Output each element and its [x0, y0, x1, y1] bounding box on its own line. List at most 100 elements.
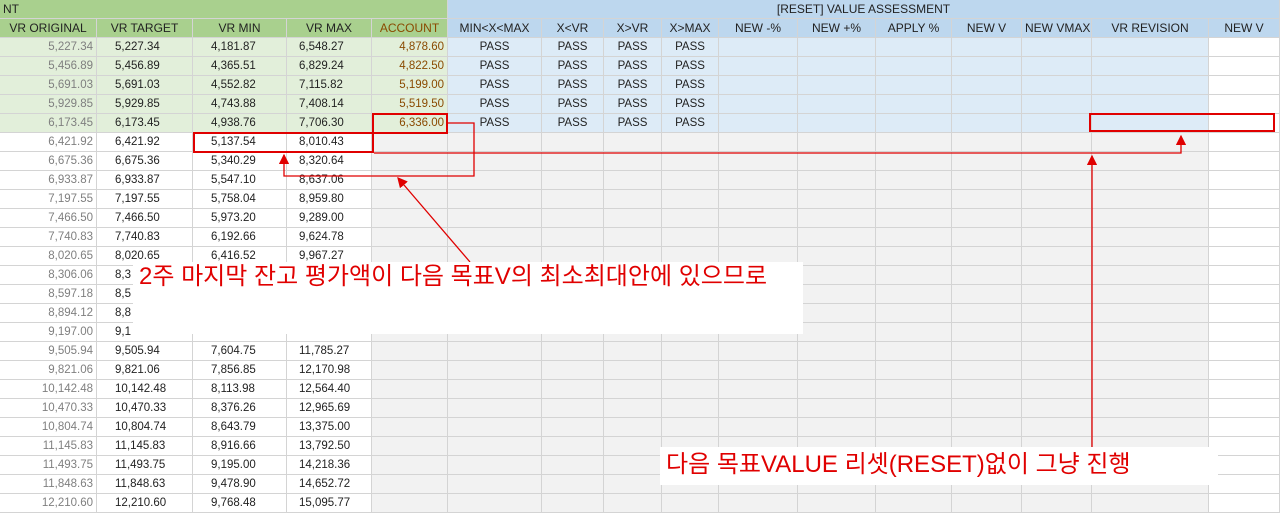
table-cell[interactable]: 5,929.85 [0, 95, 97, 114]
table-cell[interactable] [1092, 418, 1209, 437]
table-cell[interactable]: 12,210.60 [97, 494, 193, 513]
table-cell[interactable] [542, 133, 604, 152]
table-cell[interactable]: 9,505.94 [0, 342, 97, 361]
table-cell[interactable] [604, 171, 662, 190]
table-cell[interactable]: PASS [604, 38, 662, 57]
table-cell[interactable] [719, 228, 798, 247]
table-cell[interactable] [1092, 76, 1209, 95]
table-cell[interactable] [952, 133, 1022, 152]
table-cell[interactable] [876, 209, 952, 228]
table-cell[interactable] [1022, 171, 1092, 190]
table-cell[interactable] [798, 342, 876, 361]
table-cell[interactable]: 9,197.00 [0, 323, 97, 342]
table-cell[interactable] [798, 76, 876, 95]
table-cell[interactable]: 7,604.75 [193, 342, 287, 361]
table-cell[interactable] [604, 190, 662, 209]
table-cell[interactable] [372, 380, 448, 399]
table-cell[interactable] [952, 266, 1022, 285]
table-cell[interactable] [1209, 209, 1280, 228]
table-cell[interactable] [1092, 361, 1209, 380]
table-cell[interactable]: 7,856.85 [193, 361, 287, 380]
table-cell[interactable] [1209, 190, 1280, 209]
table-cell[interactable]: 8,916.66 [193, 437, 287, 456]
table-cell[interactable] [1022, 380, 1092, 399]
table-cell[interactable]: 9,821.06 [97, 361, 193, 380]
table-cell[interactable] [604, 418, 662, 437]
table-cell[interactable]: 6,675.36 [97, 152, 193, 171]
table-cell[interactable] [876, 228, 952, 247]
table-cell[interactable] [604, 456, 662, 475]
table-cell[interactable]: 10,804.74 [0, 418, 97, 437]
column-header[interactable]: NEW V [952, 19, 1022, 38]
table-cell[interactable]: PASS [542, 38, 604, 57]
table-cell[interactable] [542, 437, 604, 456]
table-cell[interactable] [662, 361, 719, 380]
table-cell[interactable]: 9,624.78 [287, 228, 372, 247]
table-cell[interactable]: 9,768.48 [193, 494, 287, 513]
table-cell[interactable] [876, 361, 952, 380]
table-cell[interactable] [719, 57, 798, 76]
table-cell[interactable] [604, 437, 662, 456]
table-cell[interactable] [1092, 95, 1209, 114]
table-cell[interactable] [542, 418, 604, 437]
table-cell[interactable] [798, 247, 876, 266]
table-cell[interactable] [542, 342, 604, 361]
table-cell[interactable] [719, 95, 798, 114]
table-cell[interactable] [952, 247, 1022, 266]
table-cell[interactable]: PASS [662, 76, 719, 95]
table-cell[interactable]: 8,320.64 [287, 152, 372, 171]
table-cell[interactable] [1092, 494, 1209, 513]
table-cell[interactable] [952, 114, 1022, 133]
table-cell[interactable]: 7,197.55 [0, 190, 97, 209]
table-cell[interactable] [719, 399, 798, 418]
table-cell[interactable] [372, 342, 448, 361]
table-cell[interactable]: 7,115.82 [287, 76, 372, 95]
table-cell[interactable]: 8,376.26 [193, 399, 287, 418]
table-cell[interactable] [1209, 171, 1280, 190]
table-cell[interactable]: 14,218.36 [287, 456, 372, 475]
table-cell[interactable]: 8,306.06 [0, 266, 97, 285]
table-cell[interactable] [372, 133, 448, 152]
table-cell[interactable]: 6,421.92 [97, 133, 193, 152]
table-cell[interactable] [1092, 342, 1209, 361]
table-cell[interactable]: 8,643.79 [193, 418, 287, 437]
table-cell[interactable] [952, 190, 1022, 209]
table-cell[interactable]: 5,340.29 [193, 152, 287, 171]
table-cell[interactable] [876, 323, 952, 342]
table-cell[interactable] [372, 456, 448, 475]
table-cell[interactable]: PASS [542, 57, 604, 76]
table-cell[interactable] [876, 266, 952, 285]
table-cell[interactable] [448, 494, 542, 513]
table-cell[interactable]: 6,548.27 [287, 38, 372, 57]
table-cell[interactable]: PASS [662, 38, 719, 57]
table-cell[interactable] [798, 418, 876, 437]
table-cell[interactable] [1092, 57, 1209, 76]
table-cell[interactable]: 12,564.40 [287, 380, 372, 399]
table-cell[interactable] [542, 152, 604, 171]
table-cell[interactable] [1092, 266, 1209, 285]
table-cell[interactable]: 6,421.92 [0, 133, 97, 152]
column-header[interactable]: X>VR [604, 19, 662, 38]
table-cell[interactable]: 4,552.82 [193, 76, 287, 95]
table-cell[interactable] [719, 361, 798, 380]
table-cell[interactable] [1209, 342, 1280, 361]
table-cell[interactable] [798, 323, 876, 342]
table-cell[interactable] [798, 494, 876, 513]
table-cell[interactable] [1022, 494, 1092, 513]
table-cell[interactable]: PASS [448, 57, 542, 76]
table-cell[interactable]: PASS [604, 114, 662, 133]
table-cell[interactable] [1209, 152, 1280, 171]
table-cell[interactable] [1022, 209, 1092, 228]
table-cell[interactable] [798, 285, 876, 304]
table-cell[interactable]: PASS [604, 57, 662, 76]
table-cell[interactable]: 10,470.33 [97, 399, 193, 418]
table-cell[interactable]: 8,597.18 [0, 285, 97, 304]
table-cell[interactable] [448, 342, 542, 361]
table-cell[interactable] [662, 133, 719, 152]
table-cell[interactable] [1092, 323, 1209, 342]
table-cell[interactable] [1092, 399, 1209, 418]
table-cell[interactable] [876, 247, 952, 266]
table-cell[interactable] [1022, 133, 1092, 152]
table-cell[interactable] [1209, 361, 1280, 380]
table-cell[interactable]: 10,470.33 [0, 399, 97, 418]
